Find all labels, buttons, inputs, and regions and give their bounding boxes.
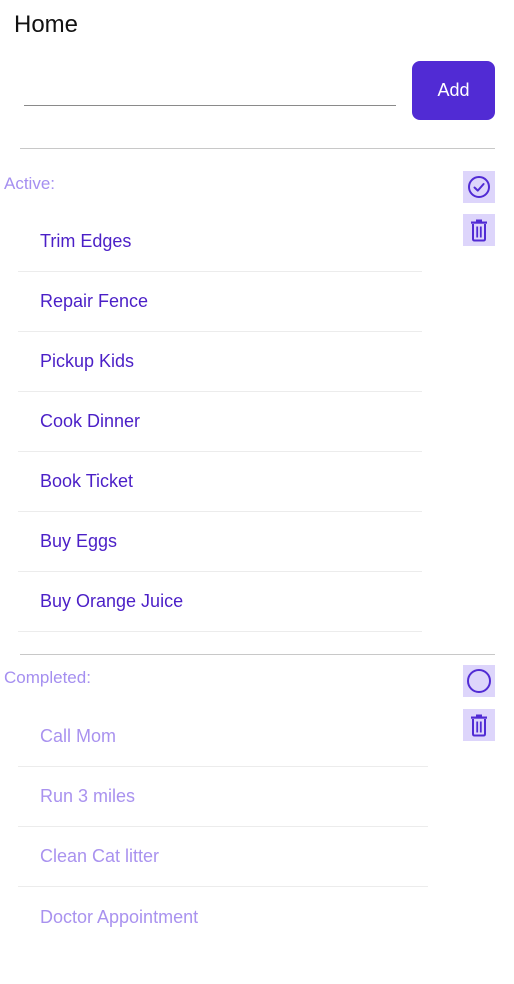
active-list-item[interactable]: Book Ticket (18, 452, 422, 512)
active-list-item[interactable]: Buy Orange Juice (18, 572, 422, 632)
new-item-input[interactable] (24, 72, 396, 106)
add-button[interactable]: Add (412, 61, 495, 120)
delete-active-button[interactable] (463, 214, 495, 246)
active-list: Trim Edges Repair Fence Pickup Kids Cook Di… (18, 212, 422, 632)
check-circle-icon (468, 176, 490, 198)
circle-icon (467, 669, 491, 693)
active-section-label: Active: (4, 174, 56, 193)
divider (20, 654, 495, 655)
mark-incomplete-button[interactable] (463, 665, 495, 697)
completed-list-item[interactable]: Call Mom (18, 707, 428, 767)
divider (20, 148, 495, 149)
completed-list: Call Mom Run 3 miles Clean Cat litter Docto… (18, 707, 428, 947)
delete-completed-button[interactable] (463, 709, 495, 741)
trash-icon (471, 219, 487, 242)
completed-section-label: Completed: (4, 668, 91, 687)
active-list-item[interactable]: Cook Dinner (18, 392, 422, 452)
completed-list-item[interactable]: Doctor Appointment (18, 887, 428, 947)
active-list-item[interactable]: Trim Edges (18, 212, 422, 272)
completed-list-item[interactable]: Run 3 miles (18, 767, 428, 827)
active-list-item[interactable]: Pickup Kids (18, 332, 422, 392)
trash-icon (471, 714, 487, 737)
completed-list-item[interactable]: Clean Cat litter (18, 827, 428, 887)
page-title: Home (14, 11, 79, 38)
mark-complete-button[interactable] (463, 171, 495, 203)
active-list-item[interactable]: Buy Eggs (18, 512, 422, 572)
active-list-item[interactable]: Repair Fence (18, 272, 422, 332)
